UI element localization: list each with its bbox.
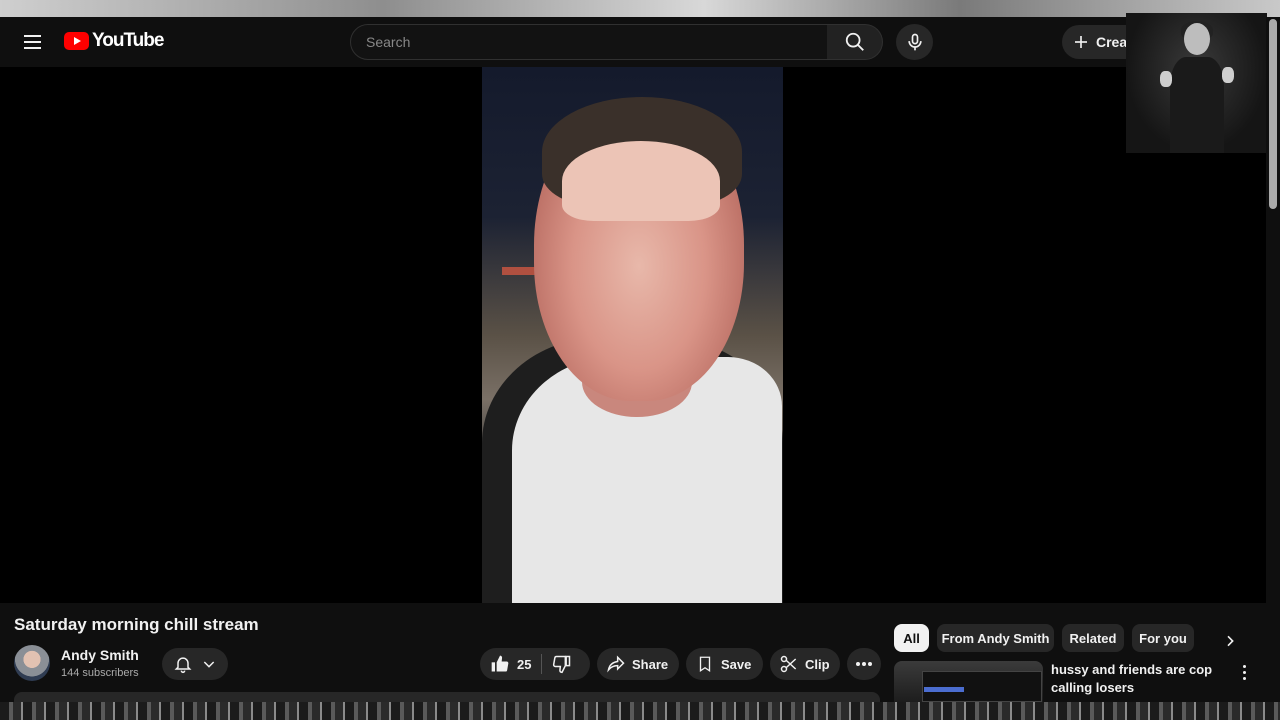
save-button[interactable]: Save xyxy=(686,648,763,680)
like-button[interactable]: 25 xyxy=(480,648,531,680)
clip-button[interactable]: Clip xyxy=(770,648,840,680)
more-vertical-icon[interactable] xyxy=(1234,662,1254,682)
plus-icon xyxy=(1075,36,1087,48)
chip-related[interactable]: Related xyxy=(1062,624,1124,652)
search-icon xyxy=(845,32,864,51)
thumbs-down-icon xyxy=(553,655,571,674)
recommendation-title[interactable]: hussy and friends are cop calling losers xyxy=(1051,661,1226,697)
dislike-button[interactable] xyxy=(542,648,572,680)
logo-text: YouTube xyxy=(92,30,164,51)
chip-for-you[interactable]: For you xyxy=(1132,624,1194,652)
chip-from-channel[interactable]: From Andy Smith xyxy=(937,624,1054,652)
video-title: Saturday morning chill stream xyxy=(14,615,259,634)
more-actions-button[interactable] xyxy=(847,648,881,680)
scrollbar-thumb[interactable] xyxy=(1269,19,1277,209)
youtube-logo[interactable]: YouTube xyxy=(64,30,164,52)
chip-all[interactable]: All xyxy=(894,624,929,652)
search-button[interactable] xyxy=(827,24,883,60)
search-box[interactable] xyxy=(350,24,828,60)
video-frame xyxy=(482,67,783,603)
like-count: 25 xyxy=(517,656,532,672)
search-input[interactable] xyxy=(351,25,827,59)
desktop-background-bottom xyxy=(0,702,1280,720)
bell-icon xyxy=(174,657,192,674)
masthead: YouTube Create xyxy=(0,17,1280,67)
like-dislike-group: 25 xyxy=(480,648,590,680)
chevron-right-icon xyxy=(1227,635,1234,647)
share-label: Share xyxy=(632,656,669,672)
video-player[interactable] xyxy=(0,67,1266,603)
chevron-down-icon xyxy=(203,661,215,668)
page-scrollbar[interactable] xyxy=(1266,17,1280,702)
channel-avatar[interactable] xyxy=(14,645,50,681)
scissors-icon xyxy=(780,655,797,673)
subscriber-count: 144 subscribers xyxy=(61,667,139,679)
mic-icon xyxy=(907,33,922,51)
bookmark-icon xyxy=(699,656,711,673)
youtube-logo-icon xyxy=(64,32,89,50)
description-box[interactable] xyxy=(14,692,880,702)
thumbs-up-icon xyxy=(491,655,509,672)
clip-label: Clip xyxy=(805,656,830,672)
overlay-camera-feed xyxy=(1126,13,1267,153)
recommendation-thumbnail[interactable] xyxy=(894,661,1043,702)
chip-next-button[interactable] xyxy=(1216,627,1244,655)
share-icon xyxy=(607,655,625,673)
save-label: Save xyxy=(721,656,752,672)
share-button[interactable]: Share xyxy=(597,648,679,680)
notification-button[interactable] xyxy=(162,648,228,680)
more-horizontal-icon xyxy=(856,662,872,666)
menu-icon[interactable] xyxy=(16,27,48,57)
desktop-background-top xyxy=(0,0,1280,17)
voice-search-button[interactable] xyxy=(896,24,933,60)
channel-name[interactable]: Andy Smith xyxy=(61,647,139,663)
